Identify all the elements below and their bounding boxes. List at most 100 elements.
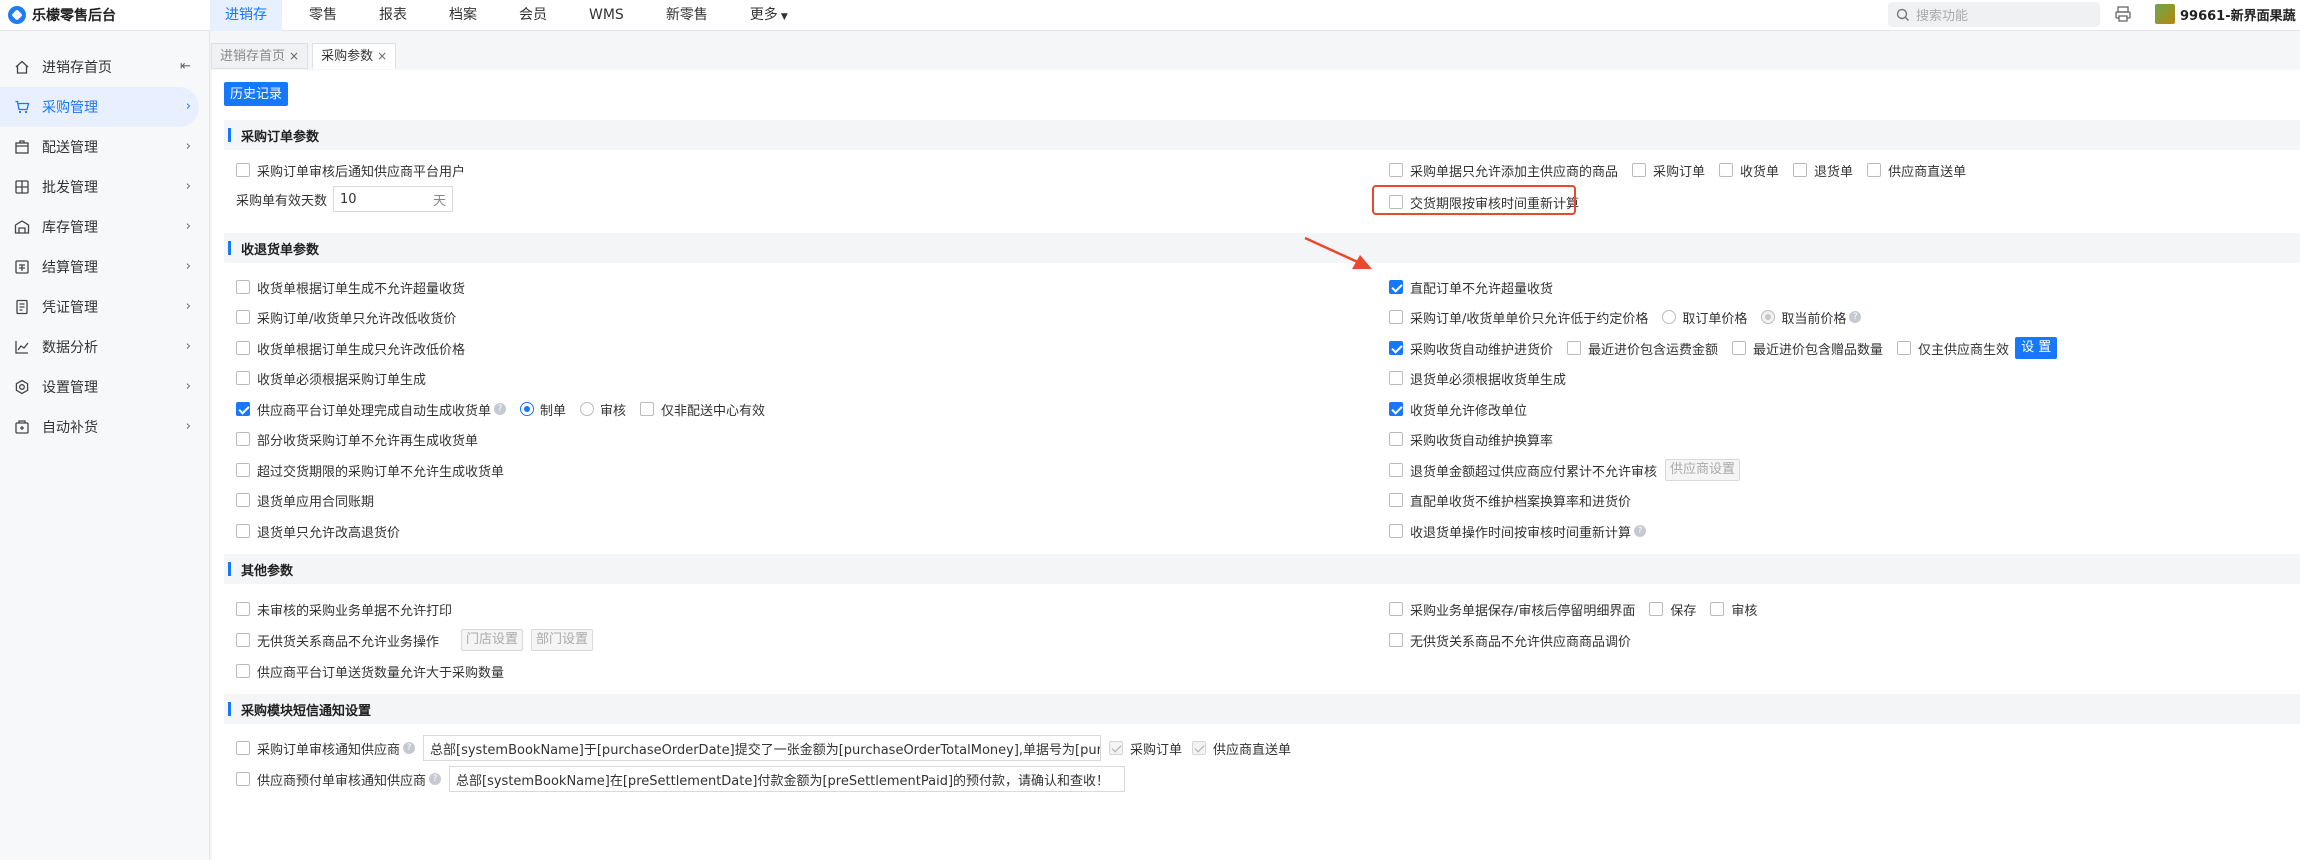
- topnav-item-wms[interactable]: WMS: [574, 0, 639, 31]
- topnav-item-members[interactable]: 会员: [504, 0, 562, 31]
- sms-template-input[interactable]: 总部[systemBookName]于[purchaseOrderDate]提交…: [423, 735, 1102, 761]
- help-icon[interactable]: ?: [1634, 525, 1647, 537]
- topnav-item-new-retail[interactable]: 新零售: [651, 0, 723, 31]
- close-icon[interactable]: ×: [377, 49, 387, 63]
- po-notify-supplier-option[interactable]: 采购订单审核后通知供应商平台用户: [236, 159, 465, 181]
- checkbox[interactable]: [1389, 463, 1403, 477]
- rc-right-9[interactable]: 收退货单操作时间按审核时间重新计算?: [1389, 520, 1647, 542]
- checkbox-audit[interactable]: [1710, 602, 1725, 616]
- checkbox-checked[interactable]: [1389, 341, 1403, 355]
- checkbox[interactable]: [640, 402, 655, 416]
- checkbox[interactable]: [1389, 633, 1403, 647]
- rc-left-3[interactable]: 收货单根据订单生成只允许改低价格: [236, 337, 465, 359]
- checkbox[interactable]: [236, 741, 250, 755]
- topnav-item-inventory[interactable]: 进销存: [210, 0, 282, 31]
- checkbox-checked[interactable]: [1389, 402, 1403, 416]
- checkbox[interactable]: [236, 432, 250, 446]
- sms-template-input[interactable]: 总部[systemBookName]在[preSettlementDate]付款…: [449, 766, 1126, 792]
- topnav-item-archives[interactable]: 档案: [434, 0, 492, 31]
- topnav-item-retail[interactable]: 零售: [294, 0, 352, 31]
- store-settings-button[interactable]: 门店设置: [461, 629, 524, 651]
- radio-create[interactable]: [520, 402, 535, 416]
- checkbox[interactable]: [236, 371, 250, 385]
- checkbox-return[interactable]: [1793, 163, 1808, 177]
- collapse-sidebar-icon[interactable]: ⇤: [180, 59, 191, 74]
- rc-left-9[interactable]: 退货单只允许改高退货价: [236, 520, 400, 542]
- history-button[interactable]: 历史记录: [224, 82, 289, 106]
- sidebar-item-purchase[interactable]: 采购管理 ›: [0, 87, 199, 127]
- rc-left-1[interactable]: 收货单根据订单生成不允许超量收货: [236, 276, 465, 298]
- rc-right-6[interactable]: 采购收货自动维护换算率: [1389, 428, 1553, 450]
- checkbox-receipt[interactable]: [1719, 163, 1734, 177]
- checkbox-po[interactable]: [1632, 163, 1647, 177]
- rc-left-2[interactable]: 采购订单/收货单只允许改低收货价: [236, 306, 456, 328]
- sidebar-item-inventory[interactable]: 库存管理 ›: [0, 207, 209, 247]
- checkbox[interactable]: [236, 310, 250, 324]
- store-selector[interactable]: 99661-新界面果蔬: [2155, 4, 2296, 24]
- sidebar-item-analytics[interactable]: 数据分析 ›: [0, 327, 209, 367]
- rc-right-8[interactable]: 直配单收货不维护档案换算率和进货价: [1389, 489, 1631, 511]
- help-icon[interactable]: ?: [429, 773, 442, 785]
- checkbox[interactable]: [236, 772, 250, 786]
- sidebar-item-distribution[interactable]: 配送管理 ›: [0, 127, 209, 167]
- checkbox[interactable]: [1389, 602, 1403, 616]
- checkbox[interactable]: [1389, 432, 1403, 446]
- valid-days-input[interactable]: 10 天: [333, 186, 454, 212]
- rc-left-8[interactable]: 退货单应用合同账期: [236, 489, 374, 511]
- sidebar-item-replenish[interactable]: 自动补货 ›: [0, 407, 209, 447]
- checkbox[interactable]: [236, 524, 250, 538]
- rc-right-1[interactable]: 直配订单不允许超量收货: [1389, 276, 1553, 298]
- checkbox[interactable]: [1897, 341, 1912, 355]
- sidebar-item-wholesale[interactable]: 批发管理 ›: [0, 167, 209, 207]
- tab-purchase-params[interactable]: 采购参数 ×: [312, 43, 397, 69]
- checkbox[interactable]: [1389, 371, 1403, 385]
- radio-current-price[interactable]: [1761, 310, 1776, 324]
- checkbox[interactable]: [1567, 341, 1582, 355]
- search-input[interactable]: 搜索功能: [1888, 2, 2100, 27]
- checkbox[interactable]: [1389, 163, 1403, 177]
- checkbox[interactable]: [236, 493, 250, 507]
- radio-audit[interactable]: [580, 402, 595, 416]
- printer-icon[interactable]: [2114, 5, 2132, 23]
- checkbox[interactable]: [1389, 310, 1403, 324]
- help-icon[interactable]: ?: [494, 403, 507, 415]
- checkbox-checked[interactable]: [236, 402, 250, 416]
- brand[interactable]: 乐檬零售后台: [0, 5, 210, 25]
- help-icon[interactable]: ?: [403, 742, 416, 754]
- sidebar-item-settings[interactable]: 设置管理 ›: [0, 367, 209, 407]
- other-right-2[interactable]: 无供货关系商品不允许供应商商品调价: [1389, 629, 1631, 651]
- set-button[interactable]: 设 置: [2015, 337, 2058, 359]
- sidebar-item-settlement[interactable]: 结算管理 ›: [0, 247, 209, 287]
- close-icon[interactable]: ×: [289, 49, 299, 63]
- supplier-settings-button[interactable]: 供应商设置: [1665, 459, 1741, 481]
- help-icon[interactable]: ?: [1849, 311, 1862, 323]
- topnav-item-reports[interactable]: 报表: [364, 0, 422, 31]
- checkbox[interactable]: [1732, 341, 1747, 355]
- checkbox[interactable]: [1389, 524, 1403, 538]
- other-left-1[interactable]: 未审核的采购业务单据不允许打印: [236, 598, 452, 620]
- checkbox-disabled[interactable]: [1192, 741, 1207, 755]
- checkbox-disabled[interactable]: [1109, 741, 1124, 755]
- rc-right-4[interactable]: 退货单必须根据收货单生成: [1389, 367, 1566, 389]
- sidebar-item-voucher[interactable]: 凭证管理 ›: [0, 287, 209, 327]
- rc-left-6[interactable]: 部分收货采购订单不允许再生成收货单: [236, 428, 478, 450]
- radio-order-price[interactable]: [1662, 310, 1677, 324]
- checkbox[interactable]: [236, 633, 250, 647]
- topnav-item-more[interactable]: 更多 ▼: [735, 0, 803, 31]
- checkbox[interactable]: [236, 163, 250, 177]
- checkbox-checked[interactable]: [1389, 280, 1403, 294]
- other-left-3[interactable]: 供应商平台订单送货数量允许大于采购数量: [236, 660, 504, 682]
- checkbox[interactable]: [1389, 493, 1403, 507]
- checkbox[interactable]: [236, 602, 250, 616]
- checkbox[interactable]: [236, 664, 250, 678]
- tab-inventory-home[interactable]: 进销存首页 ×: [211, 43, 309, 69]
- sidebar-item-home[interactable]: 进销存首页 ⇤: [0, 47, 209, 87]
- rc-left-4[interactable]: 收货单必须根据采购订单生成: [236, 367, 426, 389]
- rc-left-7[interactable]: 超过交货期限的采购订单不允许生成收货单: [236, 459, 504, 481]
- checkbox-save[interactable]: [1649, 602, 1664, 616]
- rc-right-5[interactable]: 收货单允许修改单位: [1389, 398, 1527, 420]
- dept-settings-button[interactable]: 部门设置: [531, 629, 594, 651]
- checkbox[interactable]: [236, 463, 250, 477]
- checkbox-direct[interactable]: [1867, 163, 1882, 177]
- checkbox[interactable]: [236, 280, 250, 294]
